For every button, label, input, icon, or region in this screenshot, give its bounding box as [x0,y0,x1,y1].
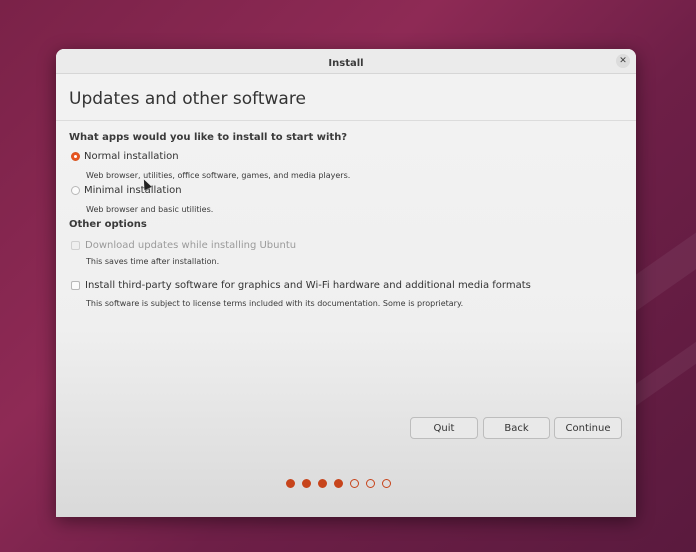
download-updates-desc: This saves time after installation. [86,257,220,266]
download-updates-checkbox: Download updates while installing Ubuntu [71,240,296,251]
third-party-software-desc: This software is subject to license term… [86,299,464,308]
normal-installation-desc: Web browser, utilities, office software,… [86,171,351,180]
progress-dot [318,479,327,488]
back-button[interactable]: Back [483,417,550,439]
quit-button[interactable]: Quit [410,417,478,439]
progress-dot [350,479,359,488]
apps-question: What apps would you like to install to s… [69,132,348,143]
radio-unselected-icon[interactable] [71,186,80,195]
progress-dot [302,479,311,488]
window-title: Install [328,58,364,69]
continue-button[interactable]: Continue [554,417,622,439]
download-updates-label: Download updates while installing Ubuntu [85,240,297,251]
checkbox-icon [71,241,80,250]
close-icon[interactable]: ✕ [616,54,630,68]
page-title: Updates and other software [69,89,306,109]
page-header: Updates and other software [56,74,636,121]
progress-dot [366,479,375,488]
radio-selected-icon[interactable] [71,152,80,161]
minimal-installation-desc: Web browser and basic utilities. [86,205,214,214]
other-options-heading: Other options [69,219,147,230]
install-window: Install ✕ Updates and other software Wha… [56,49,636,517]
normal-installation-label: Normal installation [84,151,179,162]
progress-dot [286,479,295,488]
progress-dot [382,479,391,488]
third-party-software-checkbox[interactable]: Install third-party software for graphic… [71,280,531,291]
normal-installation-radio[interactable]: Normal installation [71,151,179,162]
progress-dot [334,479,343,488]
minimal-installation-label: Minimal installation [84,185,182,196]
titlebar: Install ✕ [56,49,636,74]
minimal-installation-radio[interactable]: Minimal installation [71,185,182,196]
third-party-software-label: Install third-party software for graphic… [85,280,531,291]
checkbox-icon[interactable] [71,281,80,290]
progress-indicator [286,479,391,488]
